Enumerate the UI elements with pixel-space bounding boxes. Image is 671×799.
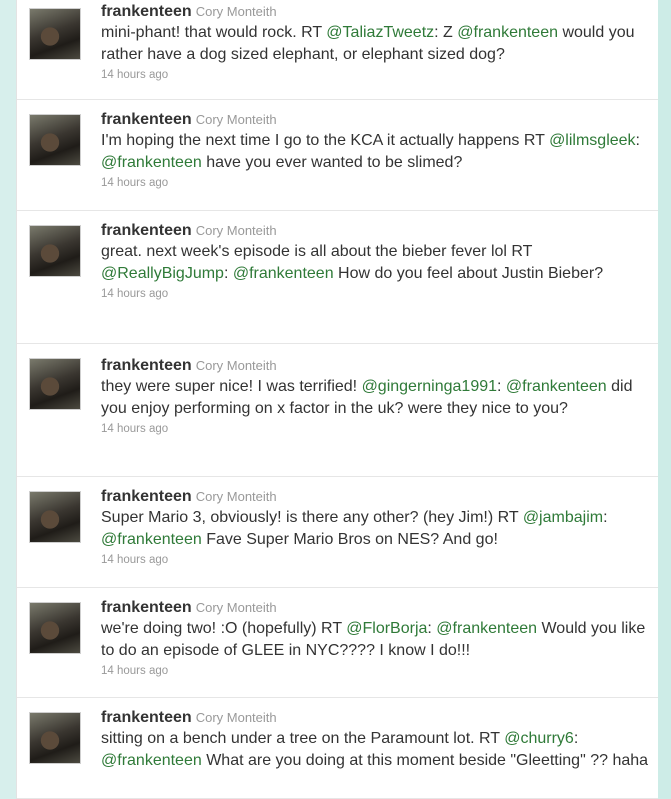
tweet-text-segment: mini-phant! that would rock. RT (101, 24, 327, 41)
screen-name-link[interactable]: frankenteen (101, 111, 192, 128)
mention-link[interactable]: @jambajim (523, 509, 603, 526)
full-name: Cory Monteith (195, 489, 277, 504)
tweet-content: frankenteen Cory Monteith I'm hoping the n… (101, 110, 649, 192)
mention-link[interactable]: @frankenteen (506, 378, 607, 395)
tweet-header: frankenteen Cory Monteith (101, 221, 649, 241)
tweet-text-segment: : (497, 378, 506, 395)
full-name: Cory Monteith (195, 112, 277, 127)
mention-link[interactable]: @frankenteen (233, 265, 334, 282)
mention-link[interactable]: @FlorBorja (346, 620, 427, 637)
mention-link[interactable]: @frankenteen (457, 24, 558, 41)
tweet-text-segment: have you ever wanted to be slimed? (201, 154, 463, 171)
mention-link[interactable]: @frankenteen (436, 620, 537, 637)
tweet-content: frankenteen Cory Monteith they were super … (101, 356, 649, 438)
timestamp-link[interactable]: 14 hours ago (101, 420, 649, 438)
tweet-item[interactable]: frankenteen Cory Monteith sitting on a ben… (17, 698, 659, 799)
tweet-header: frankenteen Cory Monteith (101, 598, 649, 618)
screen-name-link[interactable]: frankenteen (101, 488, 192, 505)
avatar[interactable] (29, 712, 81, 764)
mention-link[interactable]: @lilmsgleek (549, 132, 635, 149)
tweet-text: they were super nice! I was terrified! @… (101, 376, 649, 420)
tweet-text-segment: : (427, 620, 437, 637)
tweet-item[interactable]: frankenteen Cory Monteith we're doing two!… (17, 588, 659, 698)
tweet-text: I'm hoping the next time I go to the KCA… (101, 130, 649, 174)
timestamp-link[interactable]: 14 hours ago (101, 174, 649, 192)
full-name: Cory Monteith (195, 710, 277, 725)
tweet-header: frankenteen Cory Monteith (101, 110, 649, 130)
tweet-item[interactable]: frankenteen Cory Monteith they were super … (17, 344, 659, 477)
tweet-content: frankenteen Cory Monteith Super Mario 3, o… (101, 487, 649, 569)
tweet-header: frankenteen Cory Monteith (101, 2, 649, 22)
tweet-text-segment: they were super nice! I was terrified! (101, 378, 362, 395)
page-background (0, 0, 16, 799)
tweet-timeline: frankenteen Cory Monteith mini-phant! that… (16, 0, 660, 799)
tweet-text-segment: : (223, 265, 233, 282)
tweet-item[interactable]: frankenteen Cory Monteith Super Mario 3, o… (17, 477, 659, 588)
scrollbar[interactable] (658, 0, 671, 799)
tweet-text-segment: : (603, 509, 608, 526)
screen-name-link[interactable]: frankenteen (101, 3, 192, 20)
tweet-text-segment: sitting on a bench under a tree on the P… (101, 730, 505, 747)
mention-link[interactable]: @ReallyBigJump (101, 265, 224, 282)
tweet-text: sitting on a bench under a tree on the P… (101, 728, 649, 772)
full-name: Cory Monteith (195, 600, 277, 615)
tweet-header: frankenteen Cory Monteith (101, 356, 649, 376)
mention-link[interactable]: @churry6 (504, 730, 574, 747)
tweet-item[interactable]: frankenteen Cory Monteith great. next week… (17, 211, 659, 344)
tweet-text-segment: How do you feel about Justin Bieber? (333, 265, 604, 282)
mention-link[interactable]: @TaliazTweetz (326, 24, 434, 41)
tweet-text: Super Mario 3, obviously! is there any o… (101, 507, 649, 551)
tweet-text: mini-phant! that would rock. RT @TaliazT… (101, 22, 649, 66)
tweet-text-segment: What are you doing at this moment beside… (201, 752, 649, 769)
timestamp-link[interactable]: 14 hours ago (101, 662, 649, 680)
full-name: Cory Monteith (195, 4, 277, 19)
timestamp-link[interactable]: 14 hours ago (101, 285, 649, 303)
tweet-text-segment: : Z (434, 24, 458, 41)
avatar[interactable] (29, 358, 81, 410)
screen-name-link[interactable]: frankenteen (101, 357, 192, 374)
full-name: Cory Monteith (195, 223, 277, 238)
avatar[interactable] (29, 491, 81, 543)
avatar[interactable] (29, 225, 81, 277)
screen-name-link[interactable]: frankenteen (101, 599, 192, 616)
tweet-text-segment: Fave Super Mario Bros on NES? And go! (201, 531, 498, 548)
mention-link[interactable]: @frankenteen (101, 752, 202, 769)
tweet-text-segment: Super Mario 3, obviously! is there any o… (101, 509, 523, 526)
avatar[interactable] (29, 8, 81, 60)
tweet-text: we're doing two! :O (hopefully) RT @Flor… (101, 618, 649, 662)
avatar[interactable] (29, 602, 81, 654)
screen-name-link[interactable]: frankenteen (101, 709, 192, 726)
screen-name-link[interactable]: frankenteen (101, 222, 192, 239)
mention-link[interactable]: @frankenteen (101, 531, 202, 548)
tweet-header: frankenteen Cory Monteith (101, 487, 649, 507)
tweet-text-segment: great. next week's episode is all about … (101, 243, 533, 260)
tweet-item[interactable]: frankenteen Cory Monteith I'm hoping the n… (17, 100, 659, 211)
timestamp-link[interactable]: 14 hours ago (101, 66, 649, 84)
full-name: Cory Monteith (195, 358, 277, 373)
tweet-content: frankenteen Cory Monteith sitting on a ben… (101, 708, 649, 772)
tweet-content: frankenteen Cory Monteith mini-phant! that… (101, 2, 649, 84)
tweet-text-segment: : (573, 730, 579, 747)
tweet-content: frankenteen Cory Monteith great. next week… (101, 221, 649, 303)
tweet-content: frankenteen Cory Monteith we're doing two!… (101, 598, 649, 680)
avatar[interactable] (29, 114, 81, 166)
tweet-text-segment: : (635, 132, 640, 149)
mention-link[interactable]: @gingerninga1991 (362, 378, 497, 395)
tweet-text-segment: I'm hoping the next time I go to the KCA… (101, 132, 550, 149)
tweet-item[interactable]: frankenteen Cory Monteith mini-phant! that… (17, 0, 659, 100)
tweet-text: great. next week's episode is all about … (101, 241, 649, 285)
tweet-text-segment: we're doing two! :O (hopefully) RT (101, 620, 347, 637)
timestamp-link[interactable]: 14 hours ago (101, 551, 649, 569)
mention-link[interactable]: @frankenteen (101, 154, 202, 171)
tweet-header: frankenteen Cory Monteith (101, 708, 649, 728)
